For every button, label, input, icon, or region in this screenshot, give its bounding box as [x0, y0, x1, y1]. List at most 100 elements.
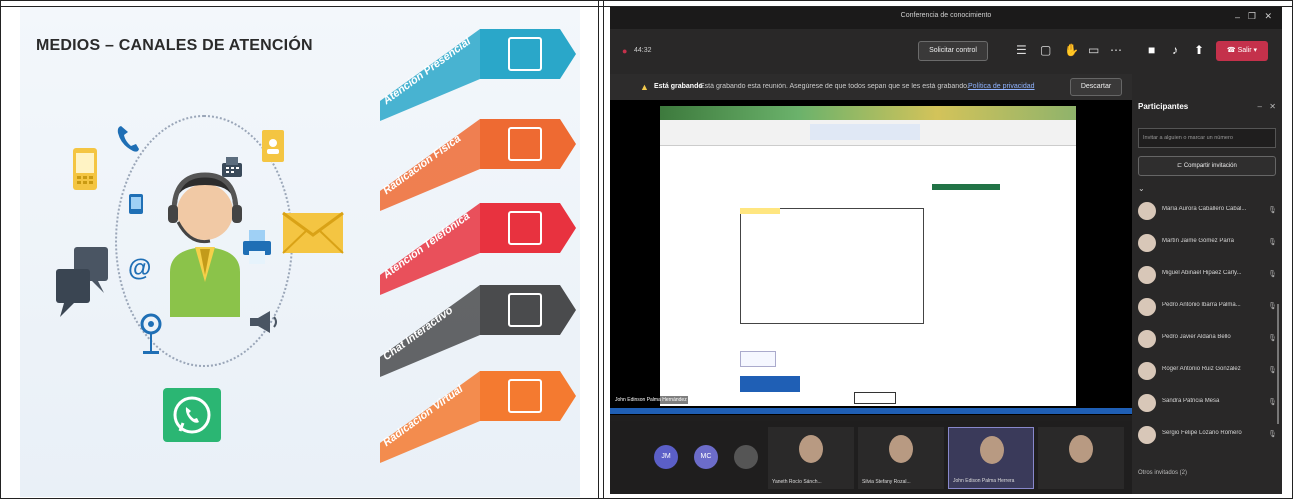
share-icon[interactable]: ⬆: [1194, 43, 1204, 57]
mic-muted-icon: 🎙: [1268, 239, 1277, 246]
panel-popout-icon[interactable]: –: [1258, 102, 1262, 111]
mic-muted-icon: 🎙: [1268, 303, 1277, 310]
avatar: [1138, 426, 1156, 444]
close-icon[interactable]: ✕: [1264, 11, 1272, 22]
participants-icon[interactable]: ☰: [1016, 43, 1027, 57]
video-tile[interactable]: [1038, 427, 1124, 489]
avatar: [1138, 362, 1156, 380]
column-divider-2: [603, 0, 604, 499]
request-control-button[interactable]: Solicitar control: [918, 41, 988, 61]
video-gallery: JM MC Yaneth Rocío Sánch... Silvia Stefany…: [610, 421, 1132, 494]
avatar: [1138, 330, 1156, 348]
participant-row[interactable]: Martín Jaime Gómez Parra 🎙: [1138, 232, 1278, 254]
mic-muted-icon: 🎙: [1268, 431, 1277, 438]
ribbon-5: [380, 371, 576, 463]
participant-row[interactable]: Miguel Abinael Hipaez Carly... 🎙: [1138, 264, 1278, 286]
phone-icon: [117, 126, 139, 152]
participant-row[interactable]: Pedro Javier Aldana Bello 🎙: [1138, 328, 1278, 350]
shared-screen: [660, 106, 1076, 406]
privacy-link[interactable]: Política de privacidad: [968, 83, 1035, 90]
more-icon[interactable]: ⋯: [1110, 43, 1122, 57]
avatar: [1138, 394, 1156, 412]
window-title: Conferencia de conocimiento: [900, 12, 992, 19]
avatar: [889, 435, 913, 463]
leave-label: Salir: [1237, 47, 1252, 54]
share-invite-button[interactable]: ⊏ Compartir invitación: [1138, 156, 1276, 176]
participants-title: Participantes: [1138, 102, 1189, 111]
mic-icon[interactable]: ♪: [1172, 43, 1178, 57]
mini-avatar[interactable]: JM: [654, 445, 678, 469]
tablet-icon: [129, 194, 143, 214]
video-tile[interactable]: John Edison Palma Herrera: [948, 427, 1034, 489]
participant-row[interactable]: Roger Antonio Ruiz González 🎙: [1138, 360, 1278, 382]
avatar: [1138, 202, 1156, 220]
recording-text: Está grabando esta reunión. Asegúrese de…: [700, 83, 969, 90]
meeting-toolbar: ● 44:32 Solicitar control ☰ ▢ ✋ ▭ ⋯ ■ ♪ …: [610, 29, 1282, 74]
section-collapse-icon[interactable]: ⌄: [1138, 184, 1145, 193]
warning-icon: ▲: [640, 82, 649, 92]
document-icon: [508, 127, 542, 161]
channels-slide: MEDIOS – CANALES DE ATENCIÓN @ Atención …: [20, 7, 580, 497]
mobile-icon: [73, 148, 97, 190]
mini-avatar[interactable]: MC: [694, 445, 718, 469]
printer-icon: [243, 230, 271, 264]
participants-panel: Participantes – ✕ Invitar a alguien o ma…: [1132, 74, 1282, 494]
notebook-icon: [262, 130, 284, 162]
megaphone-icon: [250, 311, 277, 333]
meeting-timer: 44:32: [634, 47, 652, 54]
invite-input[interactable]: Invitar a alguien o marcar un número: [1138, 128, 1276, 148]
avatar: [980, 436, 1004, 464]
chat-bubbles-icon: [56, 247, 108, 317]
column-divider: [598, 0, 599, 499]
whatsapp-icon: [163, 388, 221, 442]
participant-name: Roger Antonio Ruiz González: [1162, 366, 1241, 372]
presenter-label: John Edinson Palma Hernández: [614, 396, 688, 404]
participant-row[interactable]: María Aurora Caballero Cabal... 🎙: [1138, 200, 1278, 222]
mini-avatar[interactable]: [734, 445, 758, 469]
others-invited[interactable]: Otros invitados (2): [1138, 470, 1187, 476]
mic-muted-icon: 🎙: [1268, 271, 1277, 278]
camera-icon[interactable]: ■: [1148, 43, 1155, 57]
ribbon-1: [380, 29, 576, 121]
leave-button[interactable]: ☎ Salir ▾: [1216, 41, 1268, 61]
panel-scrollbar[interactable]: [1277, 304, 1279, 424]
chat-icon[interactable]: ▢: [1040, 43, 1051, 57]
shared-small-box: [740, 351, 776, 367]
location-icon: [140, 313, 162, 354]
avatar: [1138, 266, 1156, 284]
fax-icon: [222, 157, 242, 177]
participant-name: Sergio Felipe Lozano Romero: [1162, 430, 1242, 436]
video-tile[interactable]: Silvia Stefany Rozal...: [858, 427, 944, 489]
rooms-icon[interactable]: ▭: [1088, 43, 1099, 57]
dismiss-button[interactable]: Descartar: [1070, 78, 1122, 96]
screen-share-controls[interactable]: [854, 392, 896, 404]
presenter-icon: [508, 37, 542, 71]
slide-title: MEDIOS – CANALES DE ATENCIÓN: [36, 37, 313, 54]
video-tile-label: Silvia Stefany Rozal...: [862, 479, 911, 485]
ribbon-4: [380, 285, 576, 377]
minimize-icon[interactable]: –: [1235, 12, 1240, 22]
recording-dot-icon: ●: [622, 46, 628, 56]
participant-row[interactable]: Sandra Patricia Mesa 🎙: [1138, 392, 1278, 414]
shared-highlight: [740, 208, 780, 214]
participant-name: Miguel Abinael Hipaez Carly...: [1162, 270, 1242, 276]
participant-row[interactable]: Pedro Antonio Ibarra Palma... 🎙: [1138, 296, 1278, 318]
shared-taskbar: [610, 408, 1132, 414]
participant-name: Martín Jaime Gómez Parra: [1162, 238, 1235, 244]
shared-logo-bar: [740, 376, 800, 392]
video-tile[interactable]: Yaneth Rocío Sánch...: [768, 427, 854, 489]
avatar: [799, 435, 823, 463]
chart-icon: [508, 379, 542, 413]
maximize-icon[interactable]: ❐: [1248, 11, 1256, 22]
participant-name: María Aurora Caballero Cabal...: [1162, 206, 1247, 212]
avatar: [1069, 435, 1093, 463]
reactions-icon[interactable]: ✋: [1064, 43, 1079, 57]
screen-icon: [508, 293, 542, 327]
panel-close-icon[interactable]: ✕: [1269, 102, 1276, 111]
participant-row[interactable]: Sergio Felipe Lozano Romero 🎙: [1138, 424, 1278, 446]
shared-ribbon-group: [810, 124, 920, 140]
recording-bold-text: Está grabando: [654, 83, 703, 90]
shared-screen-area: John Edinson Palma Hernández: [610, 100, 1132, 415]
at-icon: @: [128, 255, 152, 282]
participant-name: Pedro Javier Aldana Bello: [1162, 334, 1231, 340]
